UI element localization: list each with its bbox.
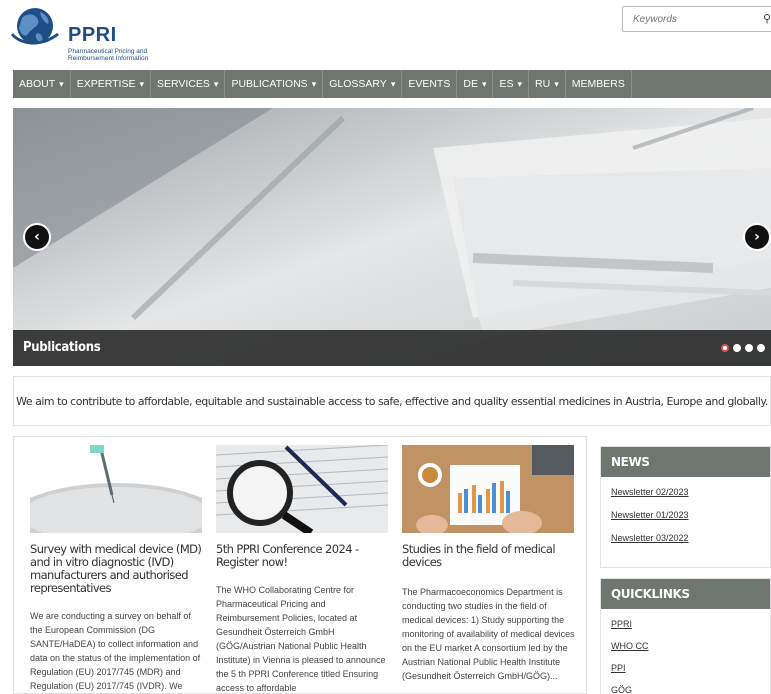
quicklink[interactable]: PPI	[611, 663, 770, 673]
chevron-down-icon: ▾	[481, 78, 487, 89]
nav-expertise[interactable]: EXPERTISE ▾	[71, 70, 151, 98]
chevron-down-icon: ▾	[311, 78, 317, 89]
chevron-down-icon: ▾	[517, 78, 523, 89]
card-title[interactable]: Studies in the field of medical devices	[402, 543, 576, 569]
card-studies[interactable]: Studies in the field of medical devices …	[402, 445, 576, 683]
card-survey[interactable]: Survey with medical device (MD) and in v…	[30, 445, 204, 693]
news-box: NEWS Newsletter 02/2023 Newsletter 01/20…	[600, 446, 771, 568]
header: PPRI Pharmaceutical Pricing and Reimburs…	[0, 0, 771, 70]
carousel-prev-button[interactable]: ‹	[23, 223, 51, 251]
nav-de[interactable]: DE ▾	[457, 70, 494, 98]
nav-events[interactable]: EVENTS	[402, 70, 458, 98]
quicklink[interactable]: GÖG	[611, 685, 770, 694]
carousel-dot-4[interactable]	[757, 344, 765, 352]
chevron-down-icon: ▾	[213, 78, 219, 89]
main-nav: ABOUT ▾ EXPERTISE ▾ SERVICES ▾ PUBLICATIONS…	[13, 70, 771, 98]
carousel-next-button[interactable]: ›	[743, 223, 771, 251]
nav-about-label: ABOUT	[19, 78, 56, 90]
hero-carousel: ‹ › Publications	[13, 108, 771, 366]
chevron-down-icon: ▾	[554, 78, 559, 89]
card-text: The WHO Collaborating Centre for Pharmac…	[216, 585, 386, 693]
search-input[interactable]	[623, 7, 743, 31]
nav-members[interactable]: MEMBERS	[566, 70, 632, 98]
mission-text: We aim to contribute to affordable, equi…	[16, 394, 768, 408]
quicklinks-box: QUICKLINKS PPRI WHO CC PPI GÖG	[600, 578, 771, 694]
nav-es-label: ES	[499, 78, 514, 90]
nav-publications-label: PUBLICATIONS	[231, 78, 308, 90]
card-conference[interactable]: 5th PPRI Conference 2024 - Register now!…	[216, 445, 390, 693]
globe-icon	[10, 8, 59, 45]
chevron-down-icon: ▾	[59, 78, 64, 89]
carousel-image	[13, 108, 771, 366]
logo-subtitle: Pharmaceutical Pricing and Reimbursement…	[68, 48, 149, 62]
news-link[interactable]: Newsletter 01/2023	[611, 510, 770, 520]
card-text: We are conducting a survey on behalf of …	[30, 611, 201, 691]
carousel-caption-bar: Publications	[13, 330, 771, 366]
news-heading: NEWS	[601, 447, 770, 477]
nav-services-label: SERVICES	[156, 78, 210, 90]
chevron-right-icon: ›	[754, 229, 760, 245]
news-link[interactable]: Newsletter 02/2023	[611, 487, 770, 497]
news-link[interactable]: Newsletter 03/2022	[611, 533, 770, 543]
nav-es[interactable]: ES ▾	[493, 70, 530, 98]
quicklinks-heading: QUICKLINKS	[601, 579, 770, 609]
chevron-down-icon: ▾	[390, 78, 396, 89]
nav-expertise-label: EXPERTISE	[76, 78, 136, 90]
carousel-caption[interactable]: Publications	[23, 340, 101, 355]
card-image-magnifier	[216, 445, 388, 533]
card-image-syringe	[30, 445, 202, 533]
chevron-left-icon: ‹	[34, 229, 40, 245]
card-text: The Pharmacoeconomics Department is cond…	[402, 587, 575, 681]
nav-glossary-label: GLOSSARY	[329, 78, 387, 90]
search-icon[interactable]: ⚲	[763, 12, 771, 25]
search-box: ⚲	[622, 6, 771, 32]
nav-events-label: EVENTS	[408, 78, 451, 90]
carousel-indicators	[721, 344, 765, 352]
nav-glossary[interactable]: GLOSSARY ▾	[323, 70, 403, 98]
quicklink[interactable]: WHO CC	[611, 641, 770, 651]
mission-statement: We aim to contribute to affordable, equi…	[13, 376, 771, 426]
card-title[interactable]: Survey with medical device (MD) and in v…	[30, 543, 204, 595]
nav-publications[interactable]: PUBLICATIONS ▾	[225, 70, 324, 98]
nav-services[interactable]: SERVICES ▾	[151, 70, 226, 98]
quicklink[interactable]: PPRI	[611, 619, 770, 629]
card-image-charts	[402, 445, 574, 533]
carousel-dot-1[interactable]	[721, 344, 729, 352]
nav-ru-label: RU	[535, 78, 551, 90]
nav-about[interactable]: ABOUT ▾	[13, 70, 71, 98]
chevron-down-icon: ▾	[139, 78, 144, 89]
card-title[interactable]: 5th PPRI Conference 2024 - Register now!	[216, 543, 390, 569]
nav-de-label: DE	[463, 78, 478, 90]
nav-ru[interactable]: RU ▾	[529, 70, 566, 98]
carousel-dot-2[interactable]	[733, 344, 741, 352]
ppri-logo[interactable]: PPRI Pharmaceutical Pricing and Reimburs…	[10, 4, 170, 64]
news-cards-panel: Survey with medical device (MD) and in v…	[13, 436, 587, 694]
logo-title: PPRI	[68, 24, 117, 46]
nav-members-label: MEMBERS	[571, 78, 625, 90]
carousel-dot-3[interactable]	[745, 344, 753, 352]
